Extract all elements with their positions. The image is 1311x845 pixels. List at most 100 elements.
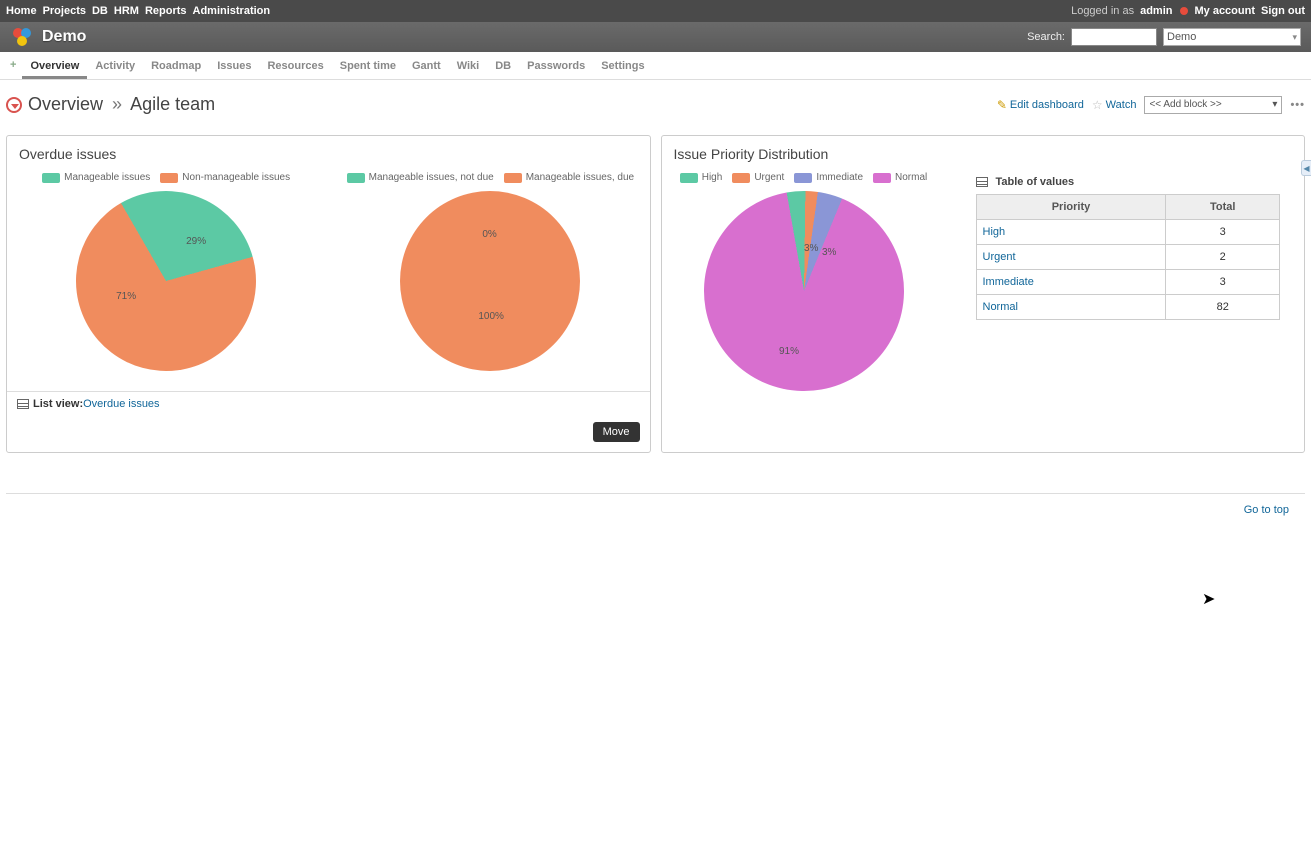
swatch-icon	[504, 173, 522, 183]
overdue-charts: Manageable issues Non-manageable issues …	[7, 168, 650, 391]
pie-slices	[43, 158, 289, 404]
tab-activity[interactable]: Activity	[87, 52, 143, 79]
project-title[interactable]: Demo	[42, 28, 86, 46]
page-title-row: Overview » Agile team ✎Edit dashboard ☆W…	[6, 86, 1305, 125]
legend-item[interactable]: Manageable issues	[42, 172, 150, 183]
breadcrumb-separator: »	[112, 94, 122, 114]
slice-label-high: 3%	[804, 243, 818, 254]
priority-link-normal[interactable]: Normal	[983, 301, 1018, 313]
nav-home[interactable]: Home	[6, 5, 37, 17]
priority-link-urgent[interactable]: Urgent	[983, 251, 1016, 263]
search-input[interactable]	[1071, 28, 1157, 46]
legend-label: High	[702, 172, 723, 183]
overdue-issues-box: Overdue issues Manageable issues Non-man…	[6, 135, 651, 453]
watch-link[interactable]: ☆Watch	[1092, 98, 1137, 112]
total-cell: 3	[1166, 270, 1280, 295]
total-cell: 3	[1166, 220, 1280, 245]
sidebar-expand-handle[interactable]: ◀	[1301, 160, 1311, 176]
total-cell: 2	[1166, 245, 1280, 270]
more-actions-icon[interactable]: •••	[1290, 99, 1305, 111]
legend-item[interactable]: Non-manageable issues	[160, 172, 290, 183]
tab-wiki[interactable]: Wiki	[449, 52, 488, 79]
tab-spent-time[interactable]: Spent time	[332, 52, 404, 79]
legend-item[interactable]: Normal	[873, 172, 927, 183]
online-status-icon	[1180, 7, 1188, 15]
nav-hrm[interactable]: HRM	[114, 5, 139, 17]
tab-overview[interactable]: Overview	[22, 52, 87, 79]
table-row: Normal 82	[976, 295, 1280, 320]
project-header: Demo Search: Demo ▾	[0, 22, 1311, 52]
app-logo-icon	[10, 25, 34, 49]
overdue-issues-link[interactable]: Overdue issues	[83, 398, 159, 410]
legend-label: Non-manageable issues	[182, 172, 290, 183]
nav-sign-out[interactable]: Sign out	[1261, 5, 1305, 17]
add-block-selector[interactable]: << Add block >> ▾	[1144, 96, 1282, 114]
dashboard-row: Overdue issues Manageable issues Non-man…	[6, 135, 1305, 453]
col-total[interactable]: Total	[1166, 195, 1280, 220]
main-menu: + Overview Activity Roadmap Issues Resou…	[0, 52, 1311, 80]
content: Overview » Agile team ✎Edit dashboard ☆W…	[0, 80, 1311, 546]
edit-dashboard-link[interactable]: ✎Edit dashboard	[997, 98, 1084, 112]
pie-chart: 29% 71%	[76, 191, 256, 371]
priority-link-immediate[interactable]: Immediate	[983, 276, 1034, 288]
list-icon	[17, 399, 29, 409]
swatch-icon	[732, 173, 750, 183]
nav-administration[interactable]: Administration	[193, 5, 271, 17]
edit-dashboard-label: Edit dashboard	[1010, 99, 1084, 111]
slice-label-manageable: 29%	[186, 236, 206, 247]
total-cell: 82	[1166, 295, 1280, 320]
slice-label-normal: 91%	[779, 346, 799, 357]
header-right: Search: Demo ▾	[1027, 28, 1301, 46]
priority-content: High Urgent Immediate Normal 3% 3% 91%	[662, 168, 1305, 411]
overdue-pie-due: Manageable issues, not due Manageable is…	[343, 172, 637, 371]
go-to-top-link[interactable]: Go to top	[1244, 504, 1289, 516]
move-button[interactable]: Move	[593, 422, 640, 442]
watch-label: Watch	[1106, 99, 1137, 111]
list-view-label: List view:	[33, 398, 83, 410]
footer: Go to top	[6, 493, 1305, 526]
swatch-icon	[42, 173, 60, 183]
legend-item[interactable]: High	[680, 172, 723, 183]
overdue-issues-title: Overdue issues	[7, 136, 650, 168]
pie-chart: 3% 3% 91%	[704, 191, 904, 391]
nav-db[interactable]: DB	[92, 5, 108, 17]
nav-my-account[interactable]: My account	[1194, 5, 1255, 17]
legend-priority: High Urgent Immediate Normal	[674, 172, 934, 183]
swatch-icon	[794, 173, 812, 183]
project-selector-value: Demo	[1167, 31, 1196, 43]
add-block-value: << Add block >>	[1149, 99, 1221, 110]
breadcrumb-agile-team: Agile team	[130, 94, 215, 114]
logged-in-label: Logged in as	[1071, 5, 1134, 17]
breadcrumb-overview[interactable]: Overview	[28, 94, 103, 114]
tab-resources[interactable]: Resources	[259, 52, 331, 79]
page-title: Overview » Agile team	[28, 94, 215, 115]
tab-db[interactable]: DB	[487, 52, 519, 79]
top-menu: Home Projects DB HRM Reports Administrat…	[0, 0, 1311, 22]
tab-issues[interactable]: Issues	[209, 52, 259, 79]
table-of-values-label: Table of values	[996, 176, 1075, 188]
slice-label-notdue: 0%	[482, 229, 496, 240]
tab-roadmap[interactable]: Roadmap	[143, 52, 209, 79]
pencil-icon: ✎	[997, 98, 1007, 112]
priority-link-high[interactable]: High	[983, 226, 1006, 238]
legend-item[interactable]: Immediate	[794, 172, 863, 183]
legend-item[interactable]: Manageable issues, due	[504, 172, 634, 183]
nav-projects[interactable]: Projects	[43, 5, 86, 17]
legend-item[interactable]: Urgent	[732, 172, 784, 183]
tab-settings[interactable]: Settings	[593, 52, 652, 79]
project-selector[interactable]: Demo ▾	[1163, 28, 1301, 46]
legend-due: Manageable issues, not due Manageable is…	[343, 172, 637, 183]
top-menu-right: Logged in as admin My account Sign out	[1071, 5, 1305, 17]
nav-reports[interactable]: Reports	[145, 5, 187, 17]
collapse-icon[interactable]	[6, 97, 22, 113]
tab-gantt[interactable]: Gantt	[404, 52, 449, 79]
current-user[interactable]: admin	[1140, 5, 1172, 17]
priority-table: Priority Total High3 Urgent2 Immediate3 …	[976, 194, 1281, 320]
legend-item[interactable]: Manageable issues, not due	[347, 172, 494, 183]
tab-passwords[interactable]: Passwords	[519, 52, 593, 79]
priority-distribution-title: Issue Priority Distribution	[662, 136, 1305, 168]
legend-label: Manageable issues	[64, 172, 150, 183]
page-actions: ✎Edit dashboard ☆Watch << Add block >> ▾…	[997, 96, 1305, 114]
add-tab-button[interactable]: +	[4, 52, 22, 79]
col-priority[interactable]: Priority	[976, 195, 1166, 220]
